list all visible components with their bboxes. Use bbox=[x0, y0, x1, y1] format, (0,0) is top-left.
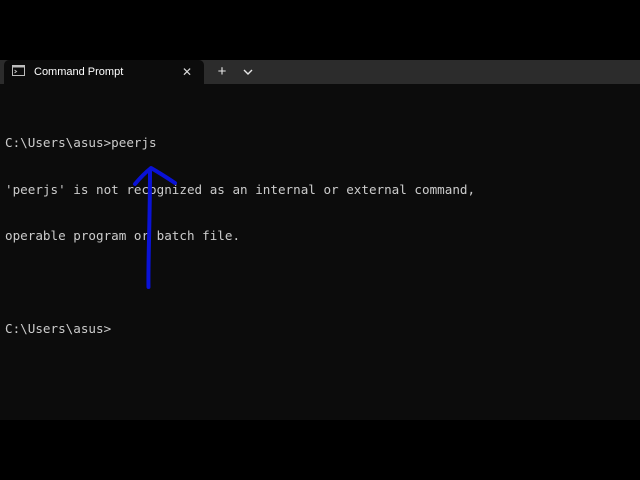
chevron-down-icon[interactable] bbox=[238, 62, 258, 82]
terminal-icon bbox=[12, 65, 25, 76]
tab-title: Command Prompt bbox=[34, 66, 124, 78]
tab-bar: Command Prompt ✕ + bbox=[0, 60, 640, 84]
console-line: 'peerjs' is not recognized as an interna… bbox=[5, 181, 476, 197]
console-output[interactable]: C:\Users\asus>peerjs 'peerjs' is not rec… bbox=[5, 104, 475, 368]
close-icon[interactable]: ✕ bbox=[179, 64, 195, 80]
console-line: C:\Users\asus>peerjs bbox=[5, 135, 157, 150]
console-line: operable program or batch file. bbox=[5, 228, 241, 243]
video-frame: Command Prompt ✕ + C:\Users\asus>peerjs … bbox=[0, 0, 640, 480]
tab-command-prompt[interactable]: Command Prompt ✕ bbox=[4, 60, 204, 84]
plus-icon[interactable]: + bbox=[212, 62, 232, 82]
console-prompt: C:\Users\asus> bbox=[5, 321, 112, 336]
terminal-window: Command Prompt ✕ + C:\Users\asus>peerjs … bbox=[0, 60, 640, 420]
